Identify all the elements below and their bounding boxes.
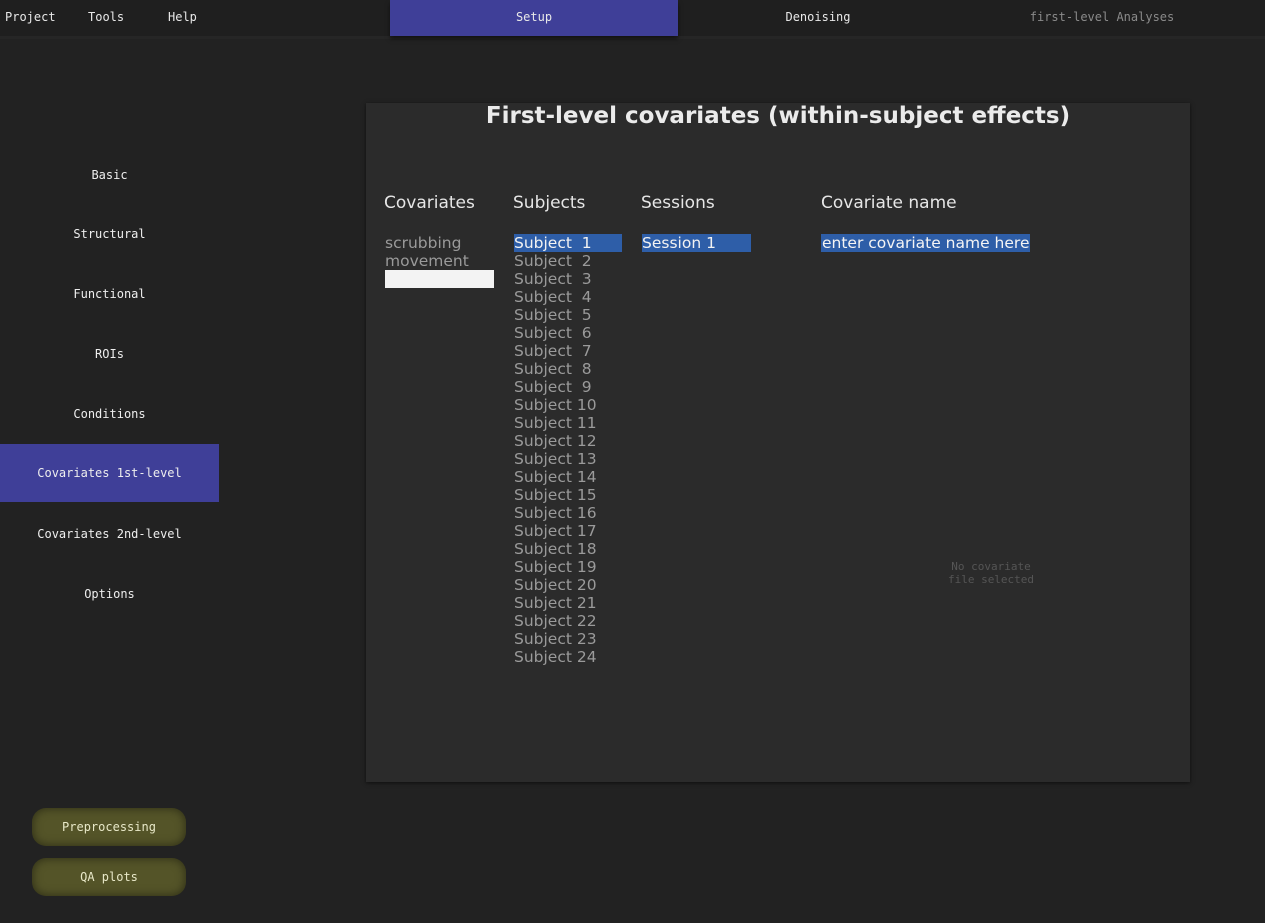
tab-denoising[interactable]: Denoising xyxy=(678,0,958,36)
covariate-name-header: Covariate name xyxy=(821,193,957,213)
sessions-list[interactable]: Session 1 xyxy=(642,234,751,252)
list-item[interactable]: movement xyxy=(385,252,494,270)
menu-project[interactable]: Project xyxy=(5,0,56,34)
menu-help[interactable]: Help xyxy=(168,0,197,34)
covariates-panel: First-level covariates (within-subject e… xyxy=(366,103,1190,782)
list-item[interactable]: Subject 9 xyxy=(514,378,622,396)
list-item[interactable]: Subject 22 xyxy=(514,612,622,630)
covariates-header: Covariates xyxy=(384,193,475,213)
sidebar-item-covariates-1st-level[interactable]: Covariates 1st-level xyxy=(0,444,219,502)
top-bar: Project Tools Help Setup Denoising first… xyxy=(0,0,1265,39)
list-item[interactable]: Subject 15 xyxy=(514,486,622,504)
list-item[interactable]: Subject 8 xyxy=(514,360,622,378)
sidebar-item-rois[interactable]: ROIs xyxy=(0,325,219,383)
list-item[interactable]: Subject 3 xyxy=(514,270,622,288)
list-item[interactable]: Subject 23 xyxy=(514,630,622,648)
sidebar-item-options[interactable]: Options xyxy=(0,565,219,623)
list-item[interactable]: Subject 12 xyxy=(514,432,622,450)
qa-plots-button[interactable]: QA plots xyxy=(32,858,186,896)
list-item[interactable]: Subject 10 xyxy=(514,396,622,414)
list-item[interactable]: scrubbing xyxy=(385,234,494,252)
no-file-message: No covariate file selected xyxy=(906,560,1076,586)
list-item[interactable]: Subject 21 xyxy=(514,594,622,612)
list-item[interactable]: Subject 14 xyxy=(514,468,622,486)
list-item[interactable]: Session 1 xyxy=(642,234,751,252)
list-item[interactable]: Subject 16 xyxy=(514,504,622,522)
list-item[interactable]: Subject 11 xyxy=(514,414,622,432)
sidebar-item-basic[interactable]: Basic xyxy=(0,146,219,204)
list-item[interactable]: Subject 6 xyxy=(514,324,622,342)
panel-title: First-level covariates (within-subject e… xyxy=(485,103,1071,129)
list-item[interactable]: Subject 18 xyxy=(514,540,622,558)
tab-first-level-analyses[interactable]: first-level Analyses xyxy=(962,0,1242,36)
covariates-list[interactable]: scrubbing movement xyxy=(385,234,494,288)
no-file-line: No covariate xyxy=(951,560,1031,573)
list-item[interactable]: Subject 24 xyxy=(514,648,622,666)
sidebar-item-functional[interactable]: Functional xyxy=(0,265,219,323)
sessions-header: Sessions xyxy=(641,193,715,213)
covariate-name-input[interactable]: enter covariate name here xyxy=(821,234,1031,252)
list-item[interactable]: Subject 2 xyxy=(514,252,622,270)
menu-tools[interactable]: Tools xyxy=(88,0,124,34)
subjects-header: Subjects xyxy=(513,193,586,213)
list-item[interactable]: Subject 5 xyxy=(514,306,622,324)
list-item[interactable]: Subject 19 xyxy=(514,558,622,576)
list-item[interactable]: Subject 13 xyxy=(514,450,622,468)
no-file-line: file selected xyxy=(947,573,1035,586)
list-item[interactable]: Subject 17 xyxy=(514,522,622,540)
list-item[interactable]: Subject 7 xyxy=(514,342,622,360)
subjects-list[interactable]: Subject 1 Subject 2 Subject 3 Subject 4 Subj… xyxy=(514,234,622,666)
sidebar-item-conditions[interactable]: Conditions xyxy=(0,385,219,443)
sidebar-item-structural[interactable]: Structural xyxy=(0,205,219,263)
new-covariate-entry[interactable] xyxy=(385,270,494,288)
list-item[interactable]: Subject 4 xyxy=(514,288,622,306)
list-item[interactable]: Subject 1 xyxy=(514,234,622,252)
preprocessing-button[interactable]: Preprocessing xyxy=(32,808,186,846)
list-item[interactable]: Subject 20 xyxy=(514,576,622,594)
sidebar-item-covariates-2nd-level[interactable]: Covariates 2nd-level xyxy=(0,505,219,563)
tab-setup[interactable]: Setup xyxy=(390,0,678,36)
